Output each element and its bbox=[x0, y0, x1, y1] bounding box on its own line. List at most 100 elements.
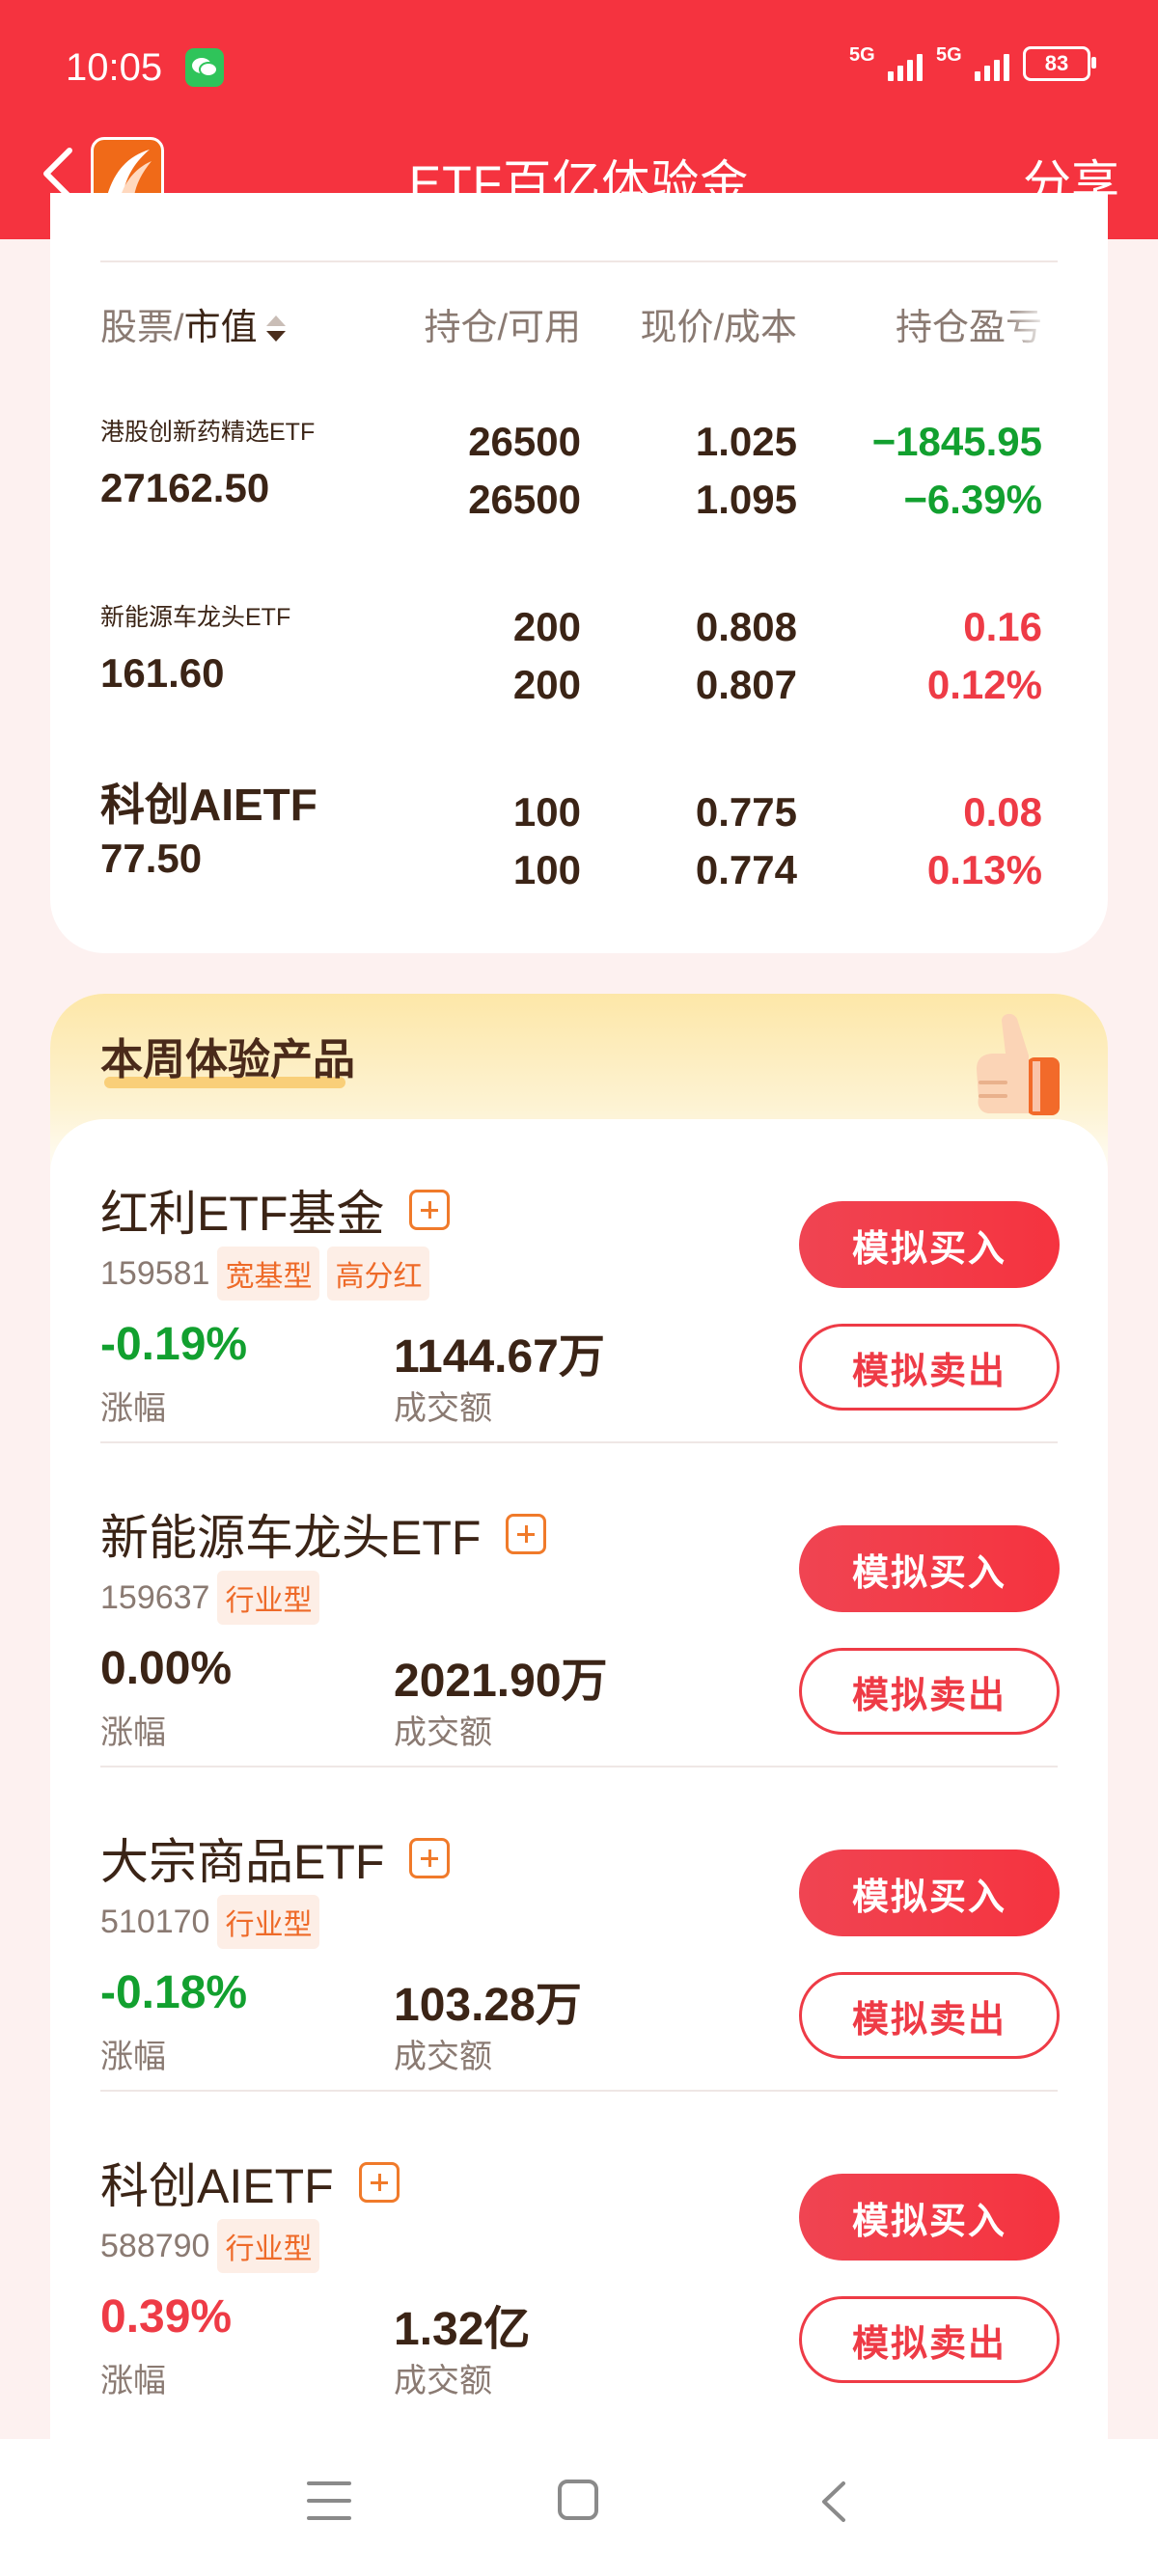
signal-icon: 5G bbox=[849, 44, 923, 81]
signal-icon-2: 5G bbox=[936, 44, 1009, 81]
volume-label: 成交额 bbox=[394, 1390, 492, 1427]
add-watchlist-icon[interactable] bbox=[409, 1838, 451, 1878]
holding-name: 科创AIETF bbox=[100, 780, 317, 830]
system-back-icon[interactable] bbox=[811, 2478, 859, 2526]
holding-qty: 26500 bbox=[468, 419, 581, 464]
product-change: 0.39% bbox=[100, 2291, 233, 2343]
product-code: 510170 bbox=[100, 1903, 210, 1940]
holding-price: 0.808 bbox=[695, 604, 797, 649]
wechat-notification-icon bbox=[185, 48, 224, 87]
holding-row[interactable]: 新能源车龙头ETF 161.60 200 200 0.808 0.807 0.1… bbox=[50, 598, 1108, 743]
change-label: 涨幅 bbox=[100, 2363, 166, 2399]
product-meta: 588790 行业型 bbox=[100, 2219, 320, 2273]
holding-available: 26500 bbox=[468, 477, 581, 522]
product-tag: 高分红 bbox=[327, 1247, 430, 1301]
holding-cost: 0.807 bbox=[695, 662, 797, 707]
product-card[interactable]: 科创AIETF 588790 行业型 0.39% 涨幅 1.32亿 成交额 模拟… bbox=[50, 2092, 1108, 2416]
battery-icon: 83 bbox=[1023, 46, 1096, 81]
product-volume: 1144.67万 bbox=[394, 1331, 605, 1383]
add-watchlist-icon[interactable] bbox=[506, 1514, 547, 1554]
simulate-buy-button[interactable]: 模拟买入 bbox=[799, 1525, 1060, 1612]
product-change: 0.00% bbox=[100, 1643, 233, 1694]
change-label: 涨幅 bbox=[100, 2039, 166, 2075]
product-name-row: 大宗商品ETF bbox=[100, 1823, 451, 1893]
holding-name: 港股创新药精选ETF bbox=[100, 419, 316, 446]
simulate-buy-button[interactable]: 模拟买入 bbox=[799, 1201, 1060, 1288]
column-header-stock[interactable]: 股票/市值 bbox=[100, 297, 289, 350]
product-volume: 1.32亿 bbox=[394, 2304, 531, 2355]
product-name: 大宗商品ETF bbox=[100, 1835, 385, 1889]
holding-price: 1.025 bbox=[695, 419, 797, 464]
product-meta: 159637 行业型 bbox=[100, 1571, 320, 1625]
holding-pl-pct: 0.13% bbox=[926, 847, 1042, 892]
holding-value: 27162.50 bbox=[100, 465, 270, 510]
holding-price: 0.775 bbox=[695, 789, 797, 835]
change-label: 涨幅 bbox=[100, 1390, 166, 1427]
holding-pl: 0.08 bbox=[963, 789, 1042, 835]
home-icon[interactable] bbox=[558, 2480, 598, 2520]
product-tag: 宽基型 bbox=[217, 1247, 320, 1301]
product-list: 红利ETF基金 159581 宽基型 高分红 -0.19% 涨幅 1144.67… bbox=[50, 1119, 1108, 2576]
column-header-price: 现价/成本 bbox=[640, 308, 797, 348]
holding-qty: 200 bbox=[512, 604, 581, 649]
recent-apps-icon[interactable] bbox=[307, 2481, 351, 2520]
add-watchlist-icon[interactable] bbox=[409, 1190, 451, 1230]
simulate-sell-button[interactable]: 模拟卖出 bbox=[799, 1324, 1060, 1411]
product-change: -0.19% bbox=[100, 1319, 248, 1370]
holding-available: 100 bbox=[512, 847, 581, 892]
section-title: 本周体验产品 bbox=[100, 1036, 355, 1083]
holding-available: 200 bbox=[512, 662, 581, 707]
column-market-value-label: 市值 bbox=[183, 308, 258, 348]
add-watchlist-icon[interactable] bbox=[358, 2162, 400, 2203]
weekly-products-section: 本周体验产品 红利ETF基金 159581 宽基型 高分红 -0.19% 涨幅 … bbox=[50, 994, 1108, 2576]
holdings-card: 股票/市值 持仓/可用 现价/成本 持仓盈亏 港股创新药精选ETF 27162.… bbox=[50, 193, 1108, 953]
thumbs-up-icon bbox=[977, 1013, 1060, 1115]
holding-row[interactable]: 科创AIETF 77.50 100 100 0.775 0.774 0.08 0… bbox=[50, 780, 1108, 928]
product-code: 588790 bbox=[100, 2227, 210, 2264]
status-time: 10:05 bbox=[66, 46, 163, 89]
product-card[interactable]: 新能源车龙头ETF 159637 行业型 0.00% 涨幅 2021.90万 成… bbox=[50, 1443, 1108, 1768]
system-nav-bar bbox=[0, 2439, 1158, 2576]
holding-value: 161.60 bbox=[100, 650, 225, 696]
product-tag: 行业型 bbox=[217, 1571, 320, 1625]
simulate-sell-button[interactable]: 模拟卖出 bbox=[799, 1972, 1060, 2059]
product-name: 红利ETF基金 bbox=[100, 1187, 385, 1241]
column-stock-label: 股票/ bbox=[100, 308, 184, 348]
column-header-pl: 持仓盈亏 bbox=[896, 308, 1043, 348]
column-header-position: 持仓/可用 bbox=[424, 308, 581, 348]
holding-cost: 1.095 bbox=[695, 477, 797, 522]
product-name: 新能源车龙头ETF bbox=[100, 1511, 482, 1565]
network-label-2: 5G bbox=[936, 44, 962, 66]
sort-icon[interactable] bbox=[263, 314, 289, 346]
product-code: 159581 bbox=[100, 1254, 210, 1292]
simulate-buy-button[interactable]: 模拟买入 bbox=[799, 1850, 1060, 1936]
product-name: 科创AIETF bbox=[100, 2159, 334, 2213]
holding-pl: −1845.95 bbox=[871, 419, 1042, 464]
product-code: 159637 bbox=[100, 1578, 210, 1616]
holding-name: 新能源车龙头ETF bbox=[100, 604, 291, 631]
volume-label: 成交额 bbox=[394, 1714, 492, 1751]
holding-row[interactable]: 港股创新药精选ETF 27162.50 26500 26500 1.025 1.… bbox=[50, 413, 1108, 558]
product-meta: 159581 宽基型 高分红 bbox=[100, 1247, 430, 1301]
holding-cost: 0.774 bbox=[695, 847, 797, 892]
product-meta: 510170 行业型 bbox=[100, 1895, 320, 1949]
simulate-buy-button[interactable]: 模拟买入 bbox=[799, 2174, 1060, 2261]
product-card[interactable]: 大宗商品ETF 510170 行业型 -0.18% 涨幅 103.28万 成交额… bbox=[50, 1768, 1108, 2092]
product-name-row: 科创AIETF bbox=[100, 2148, 400, 2217]
product-volume: 103.28万 bbox=[394, 1980, 582, 2031]
network-label: 5G bbox=[849, 44, 875, 66]
product-name-row: 红利ETF基金 bbox=[100, 1175, 451, 1245]
holding-value: 77.50 bbox=[100, 836, 203, 881]
holding-pl-pct: −6.39% bbox=[903, 477, 1042, 522]
holding-qty: 100 bbox=[512, 789, 581, 835]
volume-label: 成交额 bbox=[394, 2039, 492, 2075]
product-volume: 2021.90万 bbox=[394, 1656, 608, 1707]
product-card[interactable]: 红利ETF基金 159581 宽基型 高分红 -0.19% 涨幅 1144.67… bbox=[50, 1119, 1108, 1443]
simulate-sell-button[interactable]: 模拟卖出 bbox=[799, 1648, 1060, 1735]
battery-level: 83 bbox=[1044, 51, 1069, 75]
product-change: -0.18% bbox=[100, 1967, 248, 2018]
simulate-sell-button[interactable]: 模拟卖出 bbox=[799, 2296, 1060, 2383]
product-tag: 行业型 bbox=[217, 2219, 320, 2273]
holding-pl: 0.16 bbox=[963, 604, 1042, 649]
change-label: 涨幅 bbox=[100, 1714, 166, 1751]
